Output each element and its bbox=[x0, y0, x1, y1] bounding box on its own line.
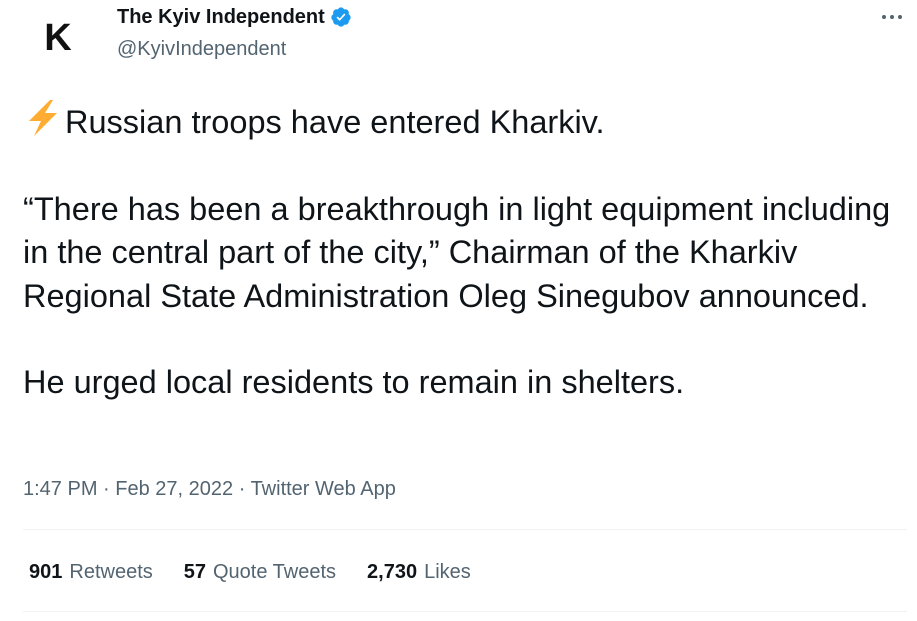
tweet-date: Feb 27, 2022 bbox=[115, 478, 234, 500]
tweet-paragraph-1-text: Russian troops have entered Kharkiv. bbox=[65, 104, 605, 140]
tweet-card: K The Kyiv Independent @KyivIndependent … bbox=[0, 0, 917, 621]
verified-badge-icon bbox=[330, 6, 352, 28]
display-name[interactable]: The Kyiv Independent bbox=[117, 5, 325, 29]
tweet-stats: 901 Retweets 57 Quote Tweets 2,730 Likes bbox=[29, 557, 471, 587]
likes-count: 2,730 bbox=[367, 561, 418, 583]
tweet-meta: 1:47 PM · Feb 27, 2022 · Twitter Web App bbox=[23, 476, 396, 502]
tweet-source-link[interactable]: Twitter Web App bbox=[251, 478, 396, 500]
avatar-logo-letter: K bbox=[44, 17, 72, 59]
more-horizontal-icon bbox=[882, 15, 902, 19]
divider-top bbox=[23, 529, 907, 530]
likes-stat[interactable]: 2,730 Likes bbox=[367, 559, 471, 585]
tweet-timestamp-link[interactable]: 1:47 PM · Feb 27, 2022 bbox=[23, 478, 233, 500]
tweet-paragraph-3: He urged local residents to remain in sh… bbox=[23, 364, 685, 400]
more-options-button[interactable] bbox=[877, 7, 907, 27]
tweet-time: 1:47 PM bbox=[23, 478, 98, 500]
tweet-body: Russian troops have entered Kharkiv. “Th… bbox=[23, 99, 893, 405]
likes-label: Likes bbox=[424, 561, 471, 583]
meta-separator: · bbox=[97, 478, 116, 500]
author-info: The Kyiv Independent @KyivIndependent bbox=[117, 5, 352, 61]
retweets-stat[interactable]: 901 Retweets bbox=[29, 559, 153, 585]
quote-tweets-count: 57 bbox=[183, 561, 206, 583]
retweets-count: 901 bbox=[29, 561, 63, 583]
meta-separator: · bbox=[233, 478, 251, 500]
retweets-label: Retweets bbox=[69, 561, 153, 583]
divider-bottom bbox=[23, 611, 907, 612]
display-name-row: The Kyiv Independent bbox=[117, 5, 352, 29]
user-handle[interactable]: @KyivIndependent bbox=[117, 37, 352, 61]
quote-tweets-stat[interactable]: 57 Quote Tweets bbox=[184, 559, 336, 585]
tweet-paragraph-1: Russian troops have entered Kharkiv. bbox=[23, 99, 893, 145]
lightning-bolt-icon bbox=[23, 99, 63, 137]
quote-tweets-label: Quote Tweets bbox=[213, 561, 337, 583]
avatar[interactable]: K bbox=[24, 6, 92, 70]
tweet-paragraph-2: “There has been a breakthrough in light … bbox=[23, 190, 900, 314]
